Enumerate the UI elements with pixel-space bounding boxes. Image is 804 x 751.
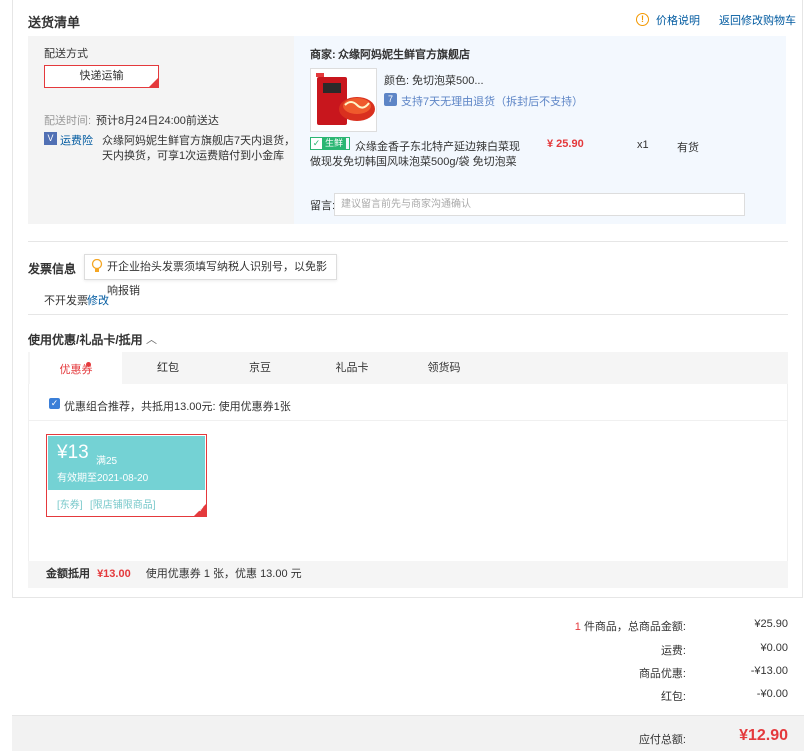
color-label: 颜色: (384, 75, 410, 87)
shipping-time-label: 配送时间: (44, 115, 92, 127)
insurance-label[interactable]: 运费险 (60, 132, 93, 148)
goods-count: 1 (574, 621, 581, 633)
divider (28, 241, 788, 242)
coupon-condition: 满25 (96, 456, 118, 467)
seller-name[interactable]: 众缘阿妈妮生鲜官方旗舰店 (338, 46, 470, 62)
selected-corner-icon (149, 78, 158, 87)
coupon-type: [东券] (57, 500, 83, 511)
return-policy-text: 支持7天无理由退货（拆封后不支持） (401, 96, 584, 108)
tab-giftcard[interactable]: 礼品卡 (306, 352, 398, 384)
divider (28, 420, 788, 421)
notification-dot-icon (86, 362, 91, 367)
seller-label: 商家: (310, 49, 336, 61)
freight-label: 运费: (660, 645, 686, 657)
lightbulb-icon (91, 258, 103, 283)
summary-text: 使用优惠券 1 张，优惠 13.00 元 (145, 568, 302, 580)
shipping-method-label: 配送方式 (44, 48, 88, 60)
divider (28, 314, 788, 315)
note-input[interactable]: 建议留言前先与商家沟通确认 (334, 193, 745, 216)
payable-label: 应付总额: (638, 734, 686, 746)
product-quantity: x1 (637, 139, 649, 151)
tab-coupon[interactable]: 优惠券 (30, 352, 122, 384)
invoice-value: 不开发票 (44, 295, 88, 307)
shipping-method-button[interactable]: 快递运输 (44, 65, 159, 88)
fresh-tag: ✓ 生鲜 (310, 137, 350, 150)
recommend-text: 优惠组合推荐，共抵用13.00元: 使用优惠券1张 (64, 401, 291, 413)
info-icon[interactable]: ! (636, 13, 649, 26)
product-image[interactable] (310, 68, 377, 132)
tab-jingdou[interactable]: 京豆 (214, 352, 306, 384)
note-label: 留言: (310, 200, 336, 212)
goods-amount: ¥25.90 (754, 618, 788, 630)
summary-amount: ¥13.00 (97, 568, 131, 580)
shipping-method-value: 快递运输 (79, 70, 124, 82)
product-title-2[interactable]: 做现发免切韩国风味泡菜500g/袋 免切泡菜 (310, 153, 517, 169)
invoice-tip: 开企业抬头发票须填写纳税人识别号，以免影响报销 (84, 254, 337, 297)
payable-amount: ¥12.90 (739, 727, 788, 744)
recommend-checkbox[interactable]: ✓ (49, 398, 60, 409)
insurance-text-1: 众缘阿妈妮生鲜官方旗舰店7天内退货，15 (102, 135, 308, 147)
discount-title[interactable]: 使用优惠/礼品卡/抵用 (28, 331, 143, 348)
fresh-tag-label: 生鲜 (322, 138, 347, 149)
redpacket-amount: -¥0.00 (756, 688, 788, 700)
return-policy-icon: 7 (384, 93, 397, 106)
chevron-up-icon[interactable]: ︿ (146, 331, 157, 347)
redpacket-label: 红包: (660, 691, 686, 703)
back-to-cart-link[interactable]: 返回修改购物车 (719, 12, 796, 28)
coupon-expiry: 有效期至2021-08-20 (57, 473, 149, 484)
insurance-icon: V (44, 132, 57, 145)
price-note-link[interactable]: 价格说明 (656, 12, 700, 28)
shipping-time-value: 预计8月24日24:00前送达 (96, 115, 219, 127)
goods-discount-label: 商品优惠: (638, 668, 686, 680)
tab-redpacket[interactable]: 红包 (122, 352, 214, 384)
product-title-1[interactable]: 众缘金香子东北特产延边辣白菜现 (355, 138, 520, 154)
color-value: 免切泡菜500... (412, 75, 484, 87)
invoice-edit-link[interactable]: 修改 (87, 292, 109, 308)
checkmark-icon: ✓ (198, 505, 205, 514)
goods-count-label: 件商品，总商品金额: (583, 621, 686, 633)
fresh-tag-icon: ✓ (311, 138, 322, 149)
section-title: 送货清单 (28, 15, 81, 30)
discount-summary: 金额抵用 ¥13.00 使用优惠券 1 张，优惠 13.00 元 (28, 561, 788, 588)
tab-pickup-code[interactable]: 领货码 (398, 352, 490, 384)
insurance-text-2: 天内换货，可享1次运费赔付到小金库 (102, 150, 285, 162)
product-stock: 有货 (677, 142, 699, 154)
coupon-scope: [限店铺限商品] (90, 500, 156, 511)
summary-label: 金额抵用 (46, 568, 90, 580)
goods-discount-amount: -¥13.00 (750, 665, 788, 677)
goods-count-line: 1 件商品，总商品金额: (575, 618, 686, 634)
product-price: ¥ 25.90 (547, 138, 584, 150)
invoice-title: 发票信息 (28, 262, 77, 276)
freight-amount: ¥0.00 (760, 642, 788, 654)
coupon-amount: ¥13 (57, 442, 89, 463)
